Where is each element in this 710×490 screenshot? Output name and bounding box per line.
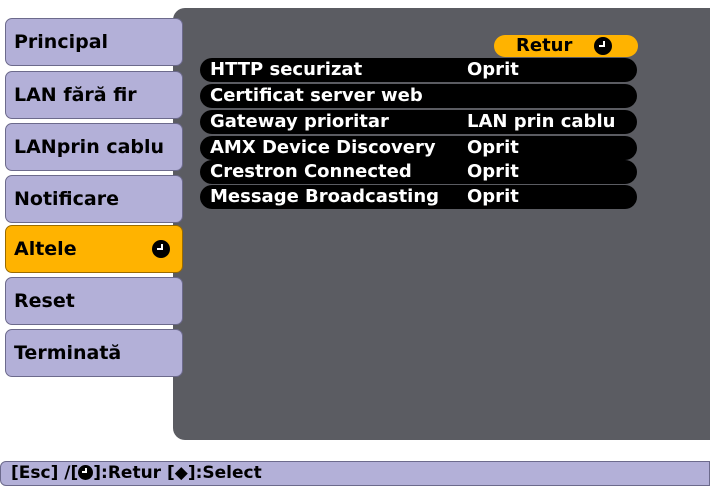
menu-item-altele[interactable]: Altele (5, 225, 183, 273)
menu-item-principal[interactable]: Principal (5, 18, 183, 66)
setting-row-http-securizat[interactable]: HTTP securizat Oprit (200, 58, 637, 82)
help-bar: [Esc] /[ ]:Retur [◆]:Select (0, 461, 710, 486)
setting-value: LAN prin cablu (467, 111, 616, 132)
help-return-text: ]:Retur [ (93, 463, 175, 483)
setting-label: Gateway prioritar (210, 111, 389, 132)
menu-item-reset[interactable]: Reset (5, 277, 183, 325)
setting-row-message-broadcasting[interactable]: Message Broadcasting Oprit (200, 185, 637, 209)
menu-item-label: LAN fără fir (14, 84, 137, 106)
setting-value: Oprit (467, 186, 519, 207)
menu-item-label: Altele (14, 238, 77, 260)
menu-item-notificare[interactable]: Notificare (5, 175, 183, 223)
menu-item-label: Reset (14, 290, 75, 312)
menu-item-label: Notificare (14, 188, 119, 210)
setting-label: AMX Device Discovery (210, 137, 436, 158)
enter-icon (152, 240, 170, 258)
menu-item-lan-wired[interactable]: LANprin cablu (5, 123, 183, 171)
setting-row-crestron[interactable]: Crestron Connected Oprit (200, 160, 637, 184)
setting-label: Certificat server web (210, 85, 423, 106)
setting-label: HTTP securizat (210, 59, 363, 80)
menu-item-label: Principal (14, 31, 109, 53)
setting-row-amx[interactable]: AMX Device Discovery Oprit (200, 136, 637, 160)
enter-icon (78, 465, 94, 480)
enter-icon (594, 37, 612, 55)
return-button[interactable]: Retur (494, 35, 638, 57)
updown-icon: ◆ (174, 463, 188, 483)
setting-value: Oprit (467, 59, 519, 80)
menu-item-terminata[interactable]: Terminată (5, 329, 183, 377)
return-button-label: Retur (516, 35, 573, 56)
help-esc-text: [Esc] /[ (11, 463, 79, 483)
setting-row-gateway[interactable]: Gateway prioritar LAN prin cablu (200, 110, 637, 134)
menu-item-lan-wireless[interactable]: LAN fără fir (5, 71, 183, 119)
menu-item-label: Terminată (14, 342, 122, 364)
setting-label: Crestron Connected (210, 161, 412, 182)
setting-row-certificat[interactable]: Certificat server web (200, 84, 637, 108)
help-select-text: ]:Select (187, 463, 262, 483)
setting-value: Oprit (467, 161, 519, 182)
setting-value: Oprit (467, 137, 519, 158)
menu-item-label: LANprin cablu (14, 136, 165, 158)
setting-label: Message Broadcasting (210, 186, 440, 207)
